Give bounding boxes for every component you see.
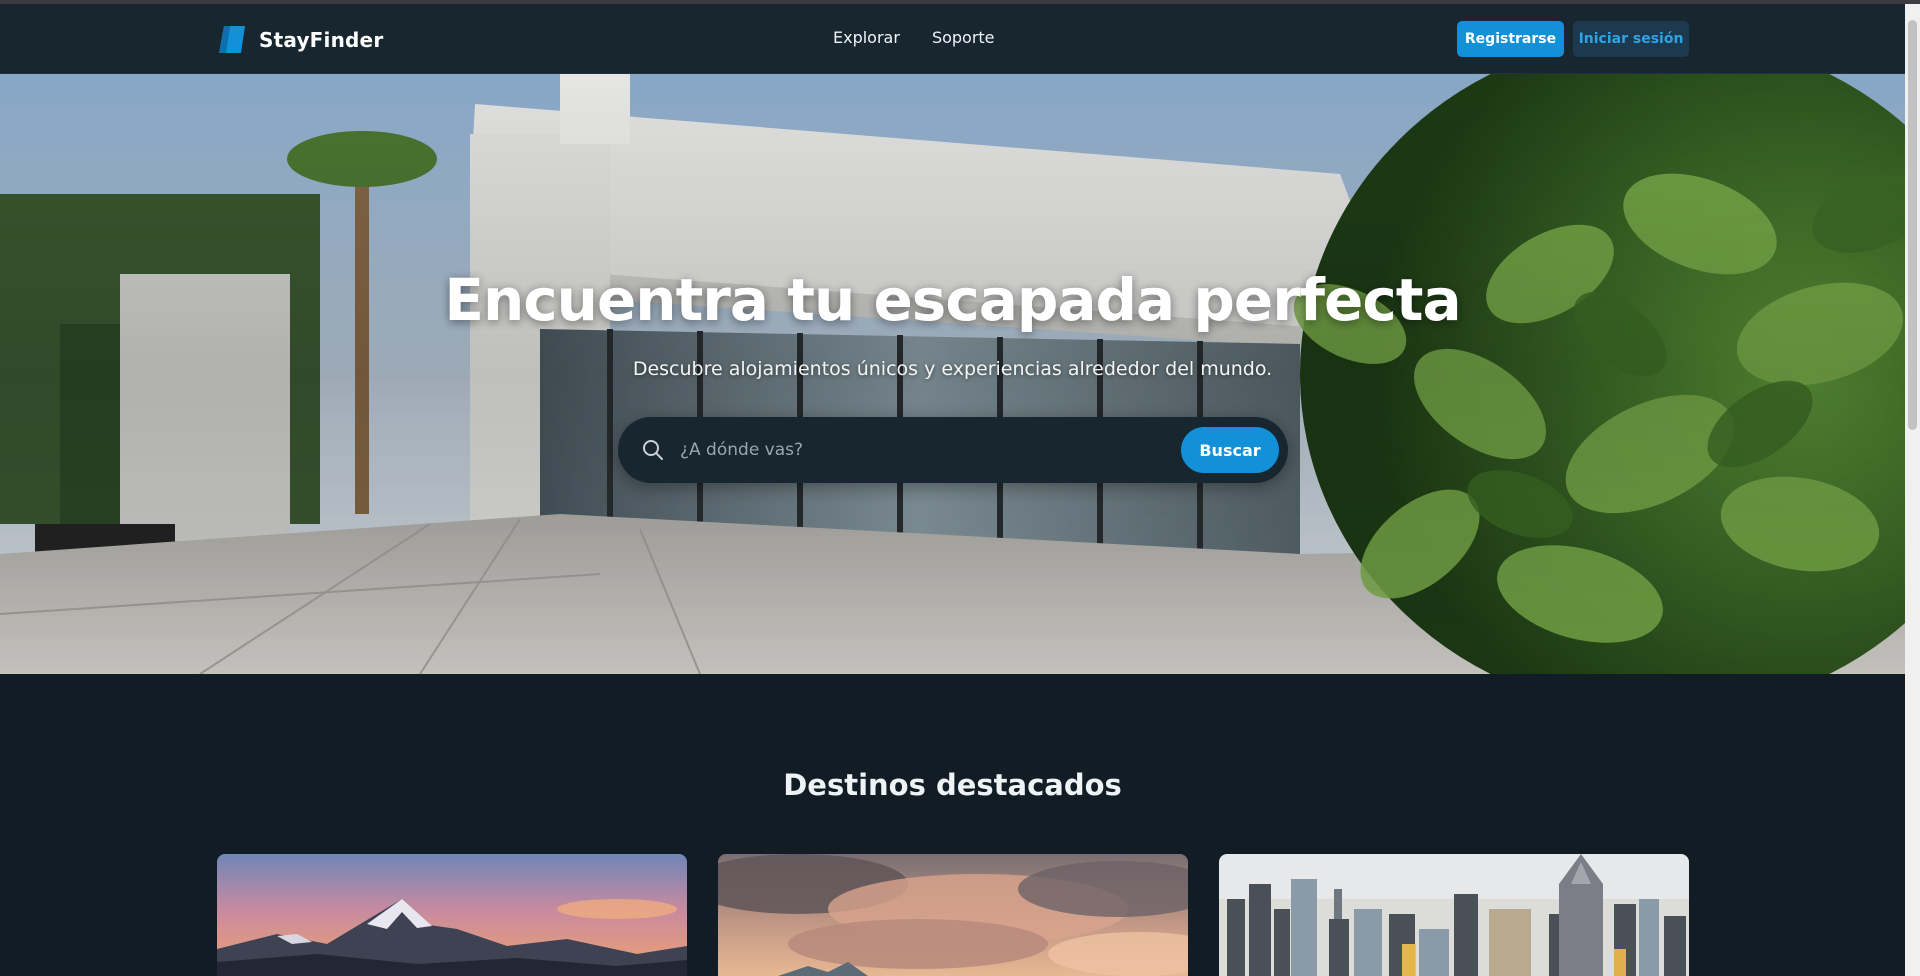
- vertical-scrollbar[interactable]: [1905, 4, 1920, 976]
- register-button[interactable]: Registrarse: [1457, 21, 1564, 57]
- hero-subtitle: Descubre alojamientos únicos y experienc…: [632, 358, 1273, 380]
- nav-link-explorar[interactable]: Explorar: [833, 28, 900, 47]
- mountain-sunset-image: [217, 854, 687, 976]
- search-input[interactable]: [680, 431, 1170, 469]
- cloudy-sky-image: [718, 854, 1188, 976]
- search-icon: [643, 440, 663, 460]
- navbar: StayFinder Explorar Soporte Registrarse …: [0, 4, 1905, 74]
- city-skyline-image: [1219, 854, 1689, 976]
- featured-section-title: Destinos destacados: [783, 768, 1122, 802]
- destination-card[interactable]: [718, 854, 1188, 976]
- search-bar: Buscar: [618, 417, 1288, 483]
- main-nav: Explorar Soporte: [833, 28, 995, 47]
- destination-card[interactable]: [217, 854, 687, 976]
- hero-title: Encuentra tu escapada perfecta: [444, 266, 1461, 334]
- brand[interactable]: StayFinder: [218, 25, 383, 54]
- search-button[interactable]: Buscar: [1181, 427, 1279, 473]
- logo-icon: [219, 26, 245, 53]
- nav-link-soporte[interactable]: Soporte: [932, 28, 995, 47]
- scrollbar-thumb[interactable]: [1908, 20, 1917, 430]
- destination-card[interactable]: [1219, 854, 1689, 976]
- hero-section: Encuentra tu escapada perfecta Descubre …: [0, 74, 1905, 674]
- brand-name: StayFinder: [259, 27, 384, 52]
- login-button[interactable]: Iniciar sesión: [1573, 21, 1689, 57]
- page: StayFinder Explorar Soporte Registrarse …: [0, 0, 1920, 976]
